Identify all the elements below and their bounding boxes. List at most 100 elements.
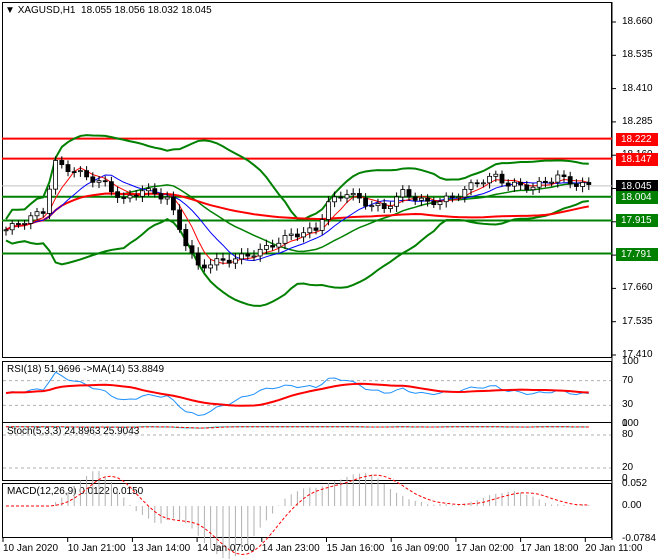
candle-body [307, 227, 313, 234]
candle-body [332, 196, 338, 203]
price-level-tag: 17.791 [616, 247, 658, 261]
candle-body [468, 182, 474, 190]
candle-body [543, 180, 548, 184]
candle-body [183, 229, 189, 247]
candle-body [189, 245, 195, 254]
candle-body [456, 196, 462, 199]
candle-body [512, 181, 517, 187]
price-axis-label: 18.660 [622, 16, 653, 27]
macd-axis-label: 0.052 [622, 478, 648, 489]
candle-body [15, 223, 21, 225]
time-axis-label: 10 Jan 21:00 [67, 543, 126, 554]
stoch-axis-label: 100 [622, 418, 639, 429]
candle-body [28, 215, 34, 224]
candle-body [121, 197, 127, 199]
candle-body [394, 196, 400, 207]
candle-body [499, 173, 505, 184]
time-axis-label: 17 Jan 18:00 [520, 543, 579, 554]
candle-body [319, 219, 325, 231]
candle-body [257, 248, 263, 257]
candle-body [177, 209, 183, 230]
candle-body [344, 194, 350, 199]
candle-body [549, 181, 554, 184]
candle-body [425, 197, 431, 202]
candle-body [220, 258, 226, 261]
candle-body [158, 193, 164, 200]
candle-body [474, 182, 480, 185]
candle-body [313, 227, 319, 231]
candle-body [462, 188, 468, 198]
candle-body [294, 233, 300, 238]
candle-body [301, 232, 307, 238]
candle-body [208, 264, 214, 269]
rsi-axis-label: 30 [622, 399, 634, 411]
candle-body [47, 188, 52, 214]
chart-canvas [2, 2, 616, 559]
candle-body [239, 253, 245, 260]
candle-body [109, 181, 114, 193]
candle-body [555, 174, 561, 183]
candle-body [325, 201, 331, 220]
time-axis-label: 13 Jan 14:00 [132, 543, 191, 554]
candle-body [59, 160, 65, 165]
candle-body [412, 196, 418, 201]
candle-body [65, 164, 71, 172]
candle-body [90, 176, 96, 183]
candle-body [400, 189, 406, 198]
time-axis-label: 10 Jan 2020 [3, 543, 59, 554]
candle-body [282, 235, 288, 244]
time-axis-label: 15 Jan 16:00 [326, 543, 385, 554]
candle-body [375, 203, 381, 207]
candle-body [152, 188, 158, 195]
candle-body [201, 264, 207, 269]
candle-body [518, 181, 523, 186]
rsi-axis-label: 70 [622, 374, 634, 386]
candle-body [449, 195, 455, 198]
candle-body [418, 197, 424, 201]
candle-body [574, 183, 579, 187]
candle-body [127, 194, 133, 199]
price-axis-label: 17.660 [622, 282, 653, 294]
candle-body [480, 182, 486, 185]
candle-body [437, 201, 443, 206]
candle-body [505, 182, 511, 187]
stoch-axis-label: 80 [622, 429, 634, 440]
candle-body [102, 180, 108, 183]
candle-body [530, 186, 536, 191]
time-axis-label: 14 Jan 07:00 [197, 543, 255, 554]
candle-body [270, 245, 276, 248]
stoch-axis-label: 20 [622, 462, 634, 473]
price-level-tag: 18.004 [616, 190, 658, 204]
candle-body [245, 253, 251, 257]
candle-body [387, 205, 393, 209]
candle-body [580, 182, 585, 187]
candle-body [443, 195, 449, 203]
candle-body [195, 252, 201, 266]
price-level-tag: 18.147 [616, 152, 658, 166]
candle-body [96, 180, 102, 183]
candle-body [561, 174, 567, 177]
price-axis-label: 17.535 [622, 315, 653, 327]
trading-chart-window: ▼ XAGUSD,H1 18.055 18.056 18.032 18.045 … [0, 0, 660, 560]
candle-body [22, 223, 28, 225]
time-axis-label: 20 Jan 11:00 [585, 543, 643, 554]
candle-body [350, 193, 356, 196]
candle-body [251, 255, 257, 258]
candle-body [586, 182, 592, 185]
candle-body [263, 245, 269, 250]
candle-body [146, 188, 152, 192]
candle-body [133, 194, 139, 197]
candle-body [84, 170, 89, 178]
rsi-axis-label: 100 [622, 356, 639, 367]
candle-body [288, 233, 294, 236]
macd-axis-label: 0.00 [622, 500, 642, 511]
candle-body [226, 259, 232, 264]
candle-body [214, 258, 220, 266]
candle-body [524, 184, 530, 191]
candle-body [170, 196, 176, 211]
candle-body [338, 196, 344, 199]
candle-body [78, 170, 83, 173]
time-axis-label: 17 Jan 02:00 [455, 543, 514, 554]
candle-body [493, 173, 499, 177]
candle-body [381, 203, 387, 209]
